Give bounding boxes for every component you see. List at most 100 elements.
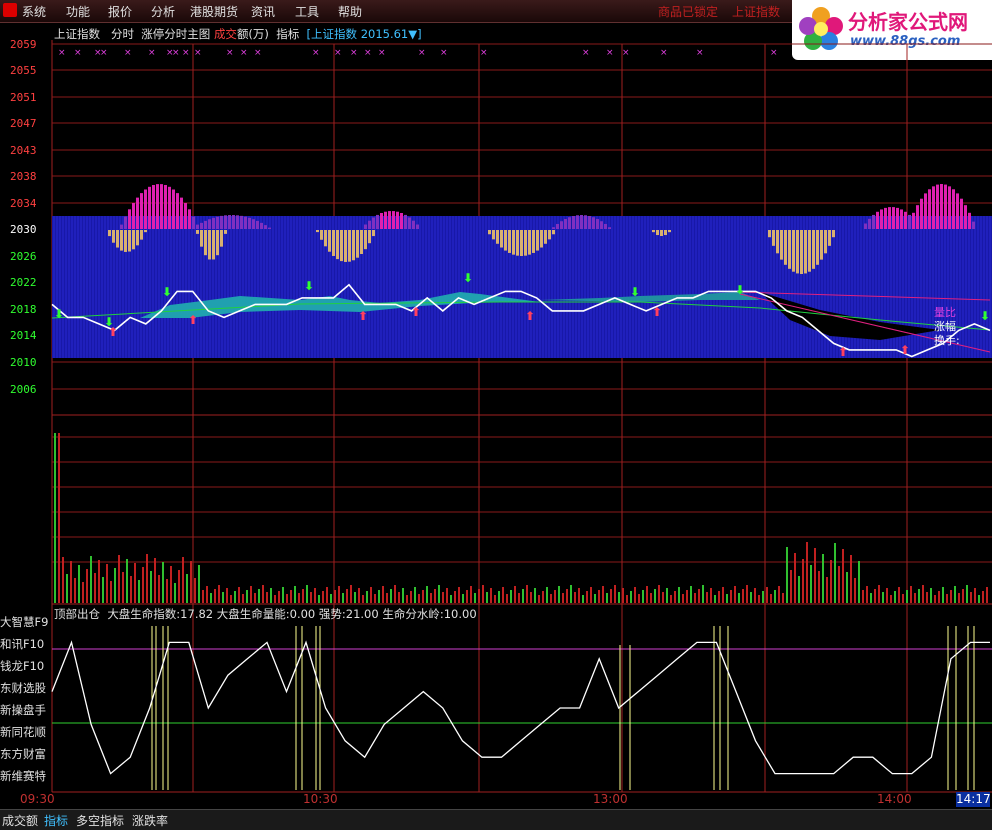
volume-bar: [198, 565, 200, 603]
volume-bar: [702, 585, 704, 603]
volume-bar: [178, 570, 180, 603]
side-button-new-weisaite[interactable]: 新维赛特: [0, 768, 50, 784]
volume-ratio-bar: [152, 185, 155, 229]
tab-indicator[interactable]: 指标: [42, 812, 70, 829]
volume-ratio-bar: [324, 230, 327, 247]
side-button-dongcai-select[interactable]: 东财选股: [0, 680, 50, 696]
volume-bar: [298, 593, 300, 603]
volume-ratio-bar: [372, 217, 375, 229]
volume-bar: [770, 594, 772, 603]
volume-ratio-bar: [956, 193, 959, 229]
volume-bar: [942, 587, 944, 603]
volume-bar: [94, 573, 96, 603]
volume-bar: [122, 572, 124, 603]
volume-bar: [234, 591, 236, 603]
volume-bar: [598, 590, 600, 603]
volume-bar: [834, 543, 836, 603]
volume-ratio-bar: [188, 209, 191, 229]
side-button-new-trader[interactable]: 新操盘手: [0, 702, 50, 718]
volume-bar: [654, 589, 656, 603]
volume-ratio-bar: [544, 230, 547, 244]
volume-bar: [674, 591, 676, 603]
volume-ratio-bar: [948, 186, 951, 229]
up-arrow-icon: ⬆: [108, 325, 118, 339]
volume-bar: [306, 585, 308, 603]
volume-ratio-bar: [572, 215, 575, 229]
volume-ratio-bar: [328, 230, 331, 252]
volume-bar: [58, 433, 60, 603]
side-button-qianlong-f10[interactable]: 钱龙F10: [0, 658, 50, 674]
volume-ratio-bar: [896, 207, 899, 229]
volume-ratio-bar: [192, 216, 195, 229]
volume-bar: [854, 578, 856, 603]
up-arrow-icon: ⬆: [411, 305, 421, 319]
volume-bar: [402, 588, 404, 603]
volume-bar: [274, 595, 276, 603]
volume-ratio-bar: [492, 230, 495, 240]
volume-ratio-bar: [824, 230, 827, 254]
volume-ratio-bar: [128, 209, 131, 229]
indicator-header: 顶部出仓 大盘生命指数:17.82 大盘生命量能:0.00 强势:21.00 生…: [54, 606, 477, 622]
signal-mark: ×: [194, 48, 202, 58]
volume-ratio-bar: [552, 230, 555, 235]
volume-bar: [450, 595, 452, 603]
volume-ratio-bar: [208, 230, 211, 260]
up-arrow-icon: ⬆: [900, 343, 910, 357]
volume-ratio-bar: [608, 227, 611, 229]
side-button-hexun-f10[interactable]: 和讯F10: [0, 636, 50, 652]
volume-bar: [550, 594, 552, 603]
down-arrow-icon: ⬇: [463, 271, 473, 285]
volume-bar: [758, 595, 760, 603]
volume-bar: [478, 589, 480, 603]
volume-bar: [250, 586, 252, 603]
volume-ratio-bar: [196, 230, 199, 234]
volume-bar: [518, 593, 520, 603]
side-button-eastmoney[interactable]: 东方财富: [0, 746, 50, 762]
volume-ratio-bar: [224, 230, 227, 234]
volume-bar: [594, 594, 596, 603]
volume-ratio-bar: [508, 230, 511, 253]
side-button-dzh-f9[interactable]: 大智慧F9: [0, 614, 50, 630]
legend-turnover: 换手:: [934, 334, 960, 347]
volume-bar: [514, 586, 516, 603]
volume-ratio-bar: [952, 189, 955, 229]
volume-ratio-bar: [888, 207, 891, 229]
volume-bar: [874, 589, 876, 603]
tab-long-short[interactable]: 多空指标: [74, 812, 126, 829]
volume-bar: [486, 592, 488, 603]
volume-ratio-bar: [160, 184, 163, 229]
volume-bar: [426, 586, 428, 603]
volume-bar: [106, 564, 108, 603]
volume-bar: [102, 577, 104, 603]
volume-bar: [410, 591, 412, 603]
volume-ratio-bar: [408, 217, 411, 229]
volume-bar: [242, 594, 244, 603]
volume-bar: [186, 574, 188, 603]
volume-bar: [614, 585, 616, 603]
volume-bar: [418, 594, 420, 603]
volume-ratio-bar: [832, 230, 835, 238]
side-button-new-ths[interactable]: 新同花顺: [0, 724, 50, 740]
volume-bar: [110, 581, 112, 603]
chart-canvas[interactable]: ⬇ ⬇ ⬆ ⬇ ⬆ ⬇ ⬆ ⬆ ⬇ ⬆ ⬇ ⬆ ⬇ ⬆ ⬆ ⬇ × × ×× × × ××…: [0, 0, 992, 829]
volume-ratio-bar: [800, 230, 803, 274]
volume-bar: [710, 588, 712, 603]
volume-bar: [946, 594, 948, 603]
signal-mark: ×: [240, 48, 248, 58]
volume-ratio-bar: [212, 230, 215, 260]
volume-bar: [798, 576, 800, 603]
volume-ratio-bar: [156, 184, 159, 229]
volume-bar: [310, 592, 312, 603]
volume-ratio-bar: [580, 215, 583, 229]
volume-ratio-bar: [500, 230, 503, 248]
volume-bar: [886, 588, 888, 603]
volume-ratio-bar: [584, 215, 587, 229]
volume-bar: [630, 591, 632, 603]
tab-advance-decline[interactable]: 涨跌率: [130, 812, 170, 829]
tab-turnover[interactable]: 成交额: [0, 812, 40, 829]
indicator-name[interactable]: 顶部出仓: [54, 607, 100, 621]
volume-bar: [190, 561, 192, 603]
volume-bar: [370, 587, 372, 603]
volume-ratio-bar: [876, 211, 879, 229]
signal-mark: ×: [418, 48, 426, 58]
